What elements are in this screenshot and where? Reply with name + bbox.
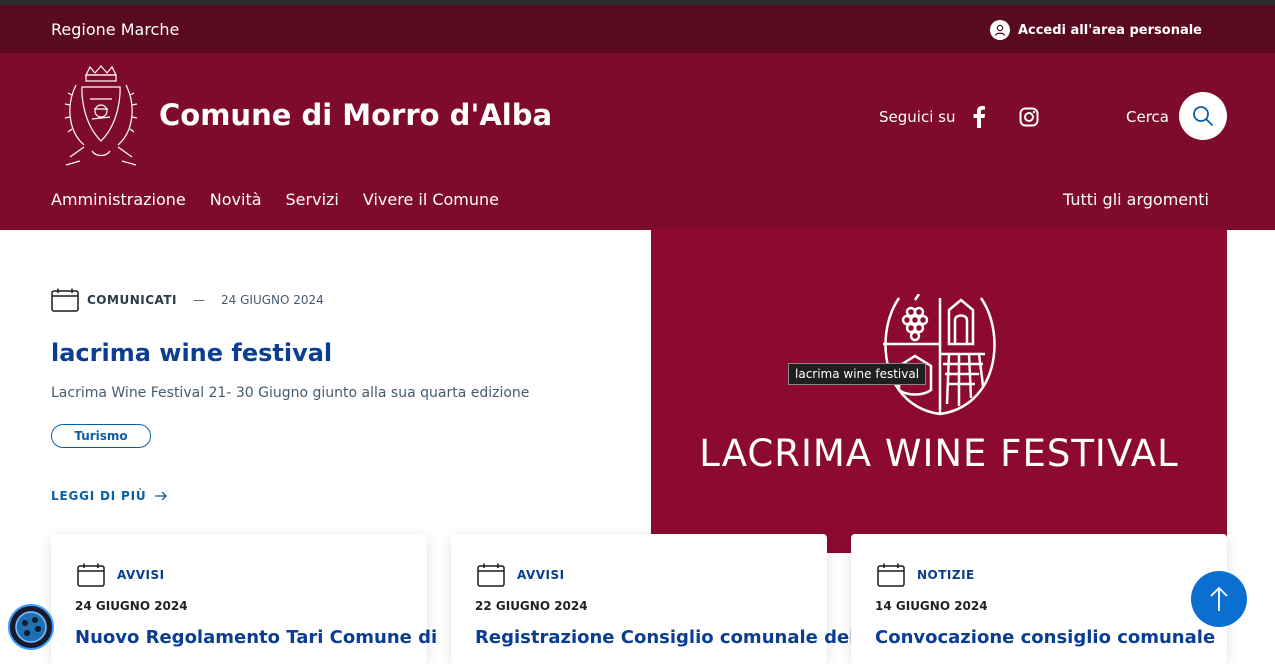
arrow-right-icon (155, 491, 168, 501)
nav-item-servizi[interactable]: Servizi (286, 190, 339, 209)
image-tooltip: lacrima wine festival (788, 363, 927, 385)
read-more-link[interactable]: LEGGI DI PIÙ (51, 489, 168, 503)
accessibility-icon (15, 611, 47, 643)
hero-description: Lacrima Wine Festival 21- 30 Giugno giun… (51, 385, 530, 401)
card-title[interactable]: Registrazione Consiglio comunale del (475, 627, 855, 648)
facebook-icon[interactable] (972, 106, 986, 128)
header-slim: Regione Marche Accedi all'area personale (0, 5, 1275, 53)
calendar-icon (51, 288, 79, 312)
search-button[interactable] (1179, 92, 1227, 140)
calendar-icon (877, 563, 905, 587)
municipal-crest-logo[interactable] (62, 65, 140, 167)
card-title[interactable]: Convocazione consiglio comunale (875, 627, 1215, 648)
calendar-icon (477, 563, 505, 587)
card-category[interactable]: AVVISI (517, 568, 565, 582)
search-label: Cerca (1126, 108, 1169, 126)
hero-meta: COMUNICATI — 24 GIUGNO 2024 (51, 288, 324, 312)
region-link[interactable]: Regione Marche (51, 20, 179, 39)
card-category[interactable]: NOTIZIE (917, 568, 975, 582)
read-more-label: LEGGI DI PIÙ (51, 489, 147, 503)
accessibility-button[interactable] (8, 604, 54, 650)
nav-item-novita[interactable]: Novità (210, 190, 262, 209)
card-meta: AVVISI (477, 563, 565, 587)
topic-chip-turismo[interactable]: Turismo (51, 424, 151, 448)
card-date: 14 GIUGNO 2024 (875, 599, 988, 613)
nav-item-tutti-gli-argomenti[interactable]: Tutti gli argomenti (1063, 190, 1209, 209)
card-date: 22 GIUGNO 2024 (475, 599, 588, 613)
site-brand-title[interactable]: Comune di Morro d'Alba (159, 98, 552, 132)
card-date: 24 GIUGNO 2024 (75, 599, 188, 613)
card-meta: NOTIZIE (877, 563, 975, 587)
nav-item-vivere-il-comune[interactable]: Vivere il Comune (363, 190, 499, 209)
follow-us-label: Seguici su (879, 108, 956, 126)
calendar-icon (77, 563, 105, 587)
header-center: Comune di Morro d'Alba Seguici su Cerca … (0, 53, 1275, 230)
wine-festival-logo (883, 294, 996, 416)
card-category[interactable]: AVVISI (117, 568, 165, 582)
news-card[interactable]: AVVISI 24 GIUGNO 2024 Nuovo Regolamento … (51, 534, 437, 664)
instagram-icon[interactable] (1019, 107, 1039, 127)
hero-image[interactable]: LACRIMA WINE FESTIVAL (651, 230, 1227, 553)
user-icon (989, 20, 1010, 40)
news-card[interactable]: AVVISI 22 GIUGNO 2024 Registrazione Cons… (451, 534, 855, 664)
hero-image-caption: LACRIMA WINE FESTIVAL (699, 432, 1179, 475)
search-icon (1193, 106, 1214, 127)
arrow-up-icon (1210, 586, 1228, 611)
card-meta: AVVISI (77, 563, 165, 587)
card-title[interactable]: Nuovo Regolamento Tari Comune di (75, 627, 437, 648)
hero-category[interactable]: COMUNICATI (87, 293, 177, 307)
hero-date: 24 GIUGNO 2024 (221, 293, 324, 307)
hero-title[interactable]: lacrima wine festival (51, 339, 332, 367)
main-navigation: Amministrazione Novità Servizi Vivere il… (51, 190, 499, 209)
login-label: Accedi all'area personale (1017, 22, 1202, 38)
hero-meta-separator: — (193, 293, 206, 307)
scroll-to-top-button[interactable] (1191, 571, 1247, 627)
news-card[interactable]: NOTIZIE 14 GIUGNO 2024 Convocazione cons… (851, 534, 1227, 664)
login-button[interactable]: Accedi all'area personale (989, 20, 1202, 40)
nav-item-amministrazione[interactable]: Amministrazione (51, 190, 186, 209)
